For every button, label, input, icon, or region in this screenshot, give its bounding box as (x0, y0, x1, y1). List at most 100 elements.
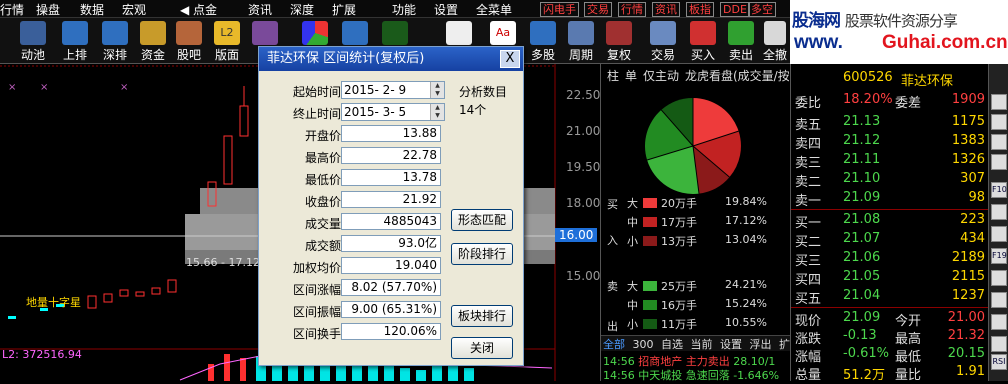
sub-tab[interactable]: 当前 (691, 338, 713, 351)
side-button[interactable] (991, 94, 1007, 110)
end-date-spinner[interactable]: ▲ ▼ (430, 104, 444, 120)
current-price-tag: 16.00 (555, 228, 598, 242)
logo-title: 股海网 股票软件资源分享 (792, 11, 958, 31)
f10-button[interactable]: F10 (991, 182, 1007, 198)
toolbar-button-layout[interactable]: L2 版面 (208, 20, 246, 62)
stat-label: 区间换手 (292, 327, 341, 341)
toolbar-button-period[interactable]: 周期 (562, 20, 600, 62)
buy-row: 中 17万手 17.12% (627, 214, 767, 229)
side-button[interactable] (991, 134, 1007, 150)
tab-bar[interactable]: 柱 (607, 67, 619, 84)
tag-quote[interactable]: 行情 (618, 2, 646, 17)
menu-item-all[interactable]: 全菜单 (476, 1, 512, 18)
start-date-field[interactable]: 2015- 2- 9 ▲ ▼ (341, 81, 445, 99)
side-button[interactable] (991, 270, 1007, 286)
side-button[interactable] (991, 314, 1007, 330)
stat-row: 涨幅 -0.61% 最低 20.15 (795, 346, 985, 365)
menu-item-data[interactable]: 数据 (80, 1, 104, 18)
site-logo: 股海网 股票软件资源分享 www. Guhai.com.cn (790, 0, 1008, 64)
pie-icon (302, 21, 328, 45)
ask-row: 卖二 21.10 307 (795, 171, 985, 190)
stat-value: 120.06% (341, 323, 441, 340)
side-button[interactable] (991, 154, 1007, 170)
toolbar-button-buy[interactable]: 买入 (684, 20, 722, 62)
sub-tab[interactable]: 全部 (603, 338, 625, 351)
toolbar-button-funds[interactable]: 资金 (134, 20, 172, 62)
menu-item-dianjin[interactable]: ◀ 点金 (180, 1, 217, 18)
rsi-button[interactable]: RSI (991, 354, 1007, 370)
tab-dragon[interactable]: 龙虎看盘(成交量/按陆 (685, 67, 789, 84)
menu-item-macro[interactable]: 宏观 (122, 1, 146, 18)
end-date-label: 终止时间 (292, 107, 341, 121)
toolbar-button-cancel-all[interactable]: 全撤 (760, 20, 790, 62)
toolbar-button-trade[interactable]: 交易 (644, 20, 682, 62)
stat-value: 9.00 (65.31%) (341, 301, 441, 318)
indicator-label: L2: 372516.94 (2, 348, 82, 361)
menu-item-news[interactable]: 资讯 (248, 1, 272, 18)
side-button[interactable] (991, 114, 1007, 130)
ask-row: 卖五 21.13 1175 (795, 114, 985, 133)
close-dialog-button[interactable]: 关闭 (451, 337, 513, 359)
stat-value: 93.0亿 (341, 235, 441, 252)
tab-active[interactable]: 仅主动 (643, 67, 679, 84)
pool-icon (20, 21, 46, 45)
tag-dde[interactable]: DDE (720, 2, 750, 17)
stat-row: 涨跌 -0.13 最高 21.32 (795, 328, 985, 347)
tag-trade[interactable]: 交易 (584, 2, 612, 17)
legend-swatch (643, 236, 657, 246)
toolbar-button-sell[interactable]: 卖出 (722, 20, 760, 62)
sub-tab[interactable]: 扩 (779, 338, 790, 351)
stat-row: 现价 21.09 今开 21.00 (795, 310, 985, 329)
stat-label: 最低价 (304, 173, 341, 187)
close-button[interactable]: X (500, 50, 520, 68)
menu-item-function[interactable]: 功能 (392, 1, 416, 18)
tag-index[interactable]: 板指 (686, 2, 714, 17)
bid-row: 买二 21.07 434 (795, 231, 985, 250)
start-date-spinner[interactable]: ▲ ▼ (430, 82, 444, 98)
grid-icon (252, 21, 278, 45)
tag-longshort[interactable]: 多空 (748, 2, 776, 17)
sector-rank-button[interactable]: 板块排行 (451, 305, 513, 327)
side-button[interactable] (991, 336, 1007, 352)
layout-icon: L2 (214, 21, 240, 45)
stage-rank-button[interactable]: 阶段排行 (451, 243, 513, 265)
stat-row: 总量 51.2万 量比 1.91 (795, 364, 985, 383)
pattern-match-button[interactable]: 形态匹配 (451, 209, 513, 231)
bid-row: 买五 21.04 1237 (795, 288, 985, 307)
side-button[interactable] (991, 226, 1007, 242)
sub-tab[interactable]: 300 (633, 338, 654, 351)
menu-item-quote[interactable]: 行情 (0, 1, 24, 18)
menu-item-depth[interactable]: 深度 (290, 1, 314, 18)
toolbar-button-shenzhen-rank[interactable]: 深排 (96, 20, 134, 62)
side-button[interactable] (991, 292, 1007, 308)
sub-tab[interactable]: 设置 (720, 338, 742, 351)
tag-news[interactable]: 资讯 (652, 2, 680, 17)
side-button[interactable] (991, 204, 1007, 220)
toolbar-button-shanghai-rank[interactable]: 上排 (56, 20, 94, 62)
sell-row: 中 16万手 15.24% (627, 297, 767, 312)
menu-item-extend[interactable]: 扩展 (332, 1, 356, 18)
toolbar-button-adjust[interactable]: 复权 (600, 20, 638, 62)
trade-icon (650, 21, 676, 45)
ask-row: 卖一 21.09 98 (795, 190, 985, 209)
menu-item-settings[interactable]: 设置 (434, 1, 458, 18)
user-icon (176, 21, 202, 45)
tag-flash[interactable]: 闪电手 (540, 2, 579, 17)
stat-value: 13.78 (341, 169, 441, 186)
marker-x: × (40, 82, 48, 93)
sub-tab[interactable]: 自选 (661, 338, 683, 351)
table-icon (382, 21, 408, 45)
start-date-label: 起始时间 (292, 85, 341, 99)
cancel-icon (764, 21, 786, 45)
tab-single[interactable]: 单 (625, 67, 637, 84)
toolbar-button-multi-stock[interactable]: 多股 (524, 20, 562, 62)
count-value: 14个 (459, 103, 487, 117)
toolbar-button-forum[interactable]: 股吧 (170, 20, 208, 62)
font-icon: Aa (490, 21, 516, 45)
toolbar-button-pool[interactable]: 动池 (14, 20, 52, 62)
candle (135, 291, 145, 297)
f19-button[interactable]: F19 (991, 248, 1007, 264)
sub-tab[interactable]: 浮出 (750, 338, 772, 351)
menu-item-trade[interactable]: 操盘 (36, 1, 60, 18)
end-date-field[interactable]: 2015- 3- 5 ▲ ▼ (341, 103, 445, 121)
